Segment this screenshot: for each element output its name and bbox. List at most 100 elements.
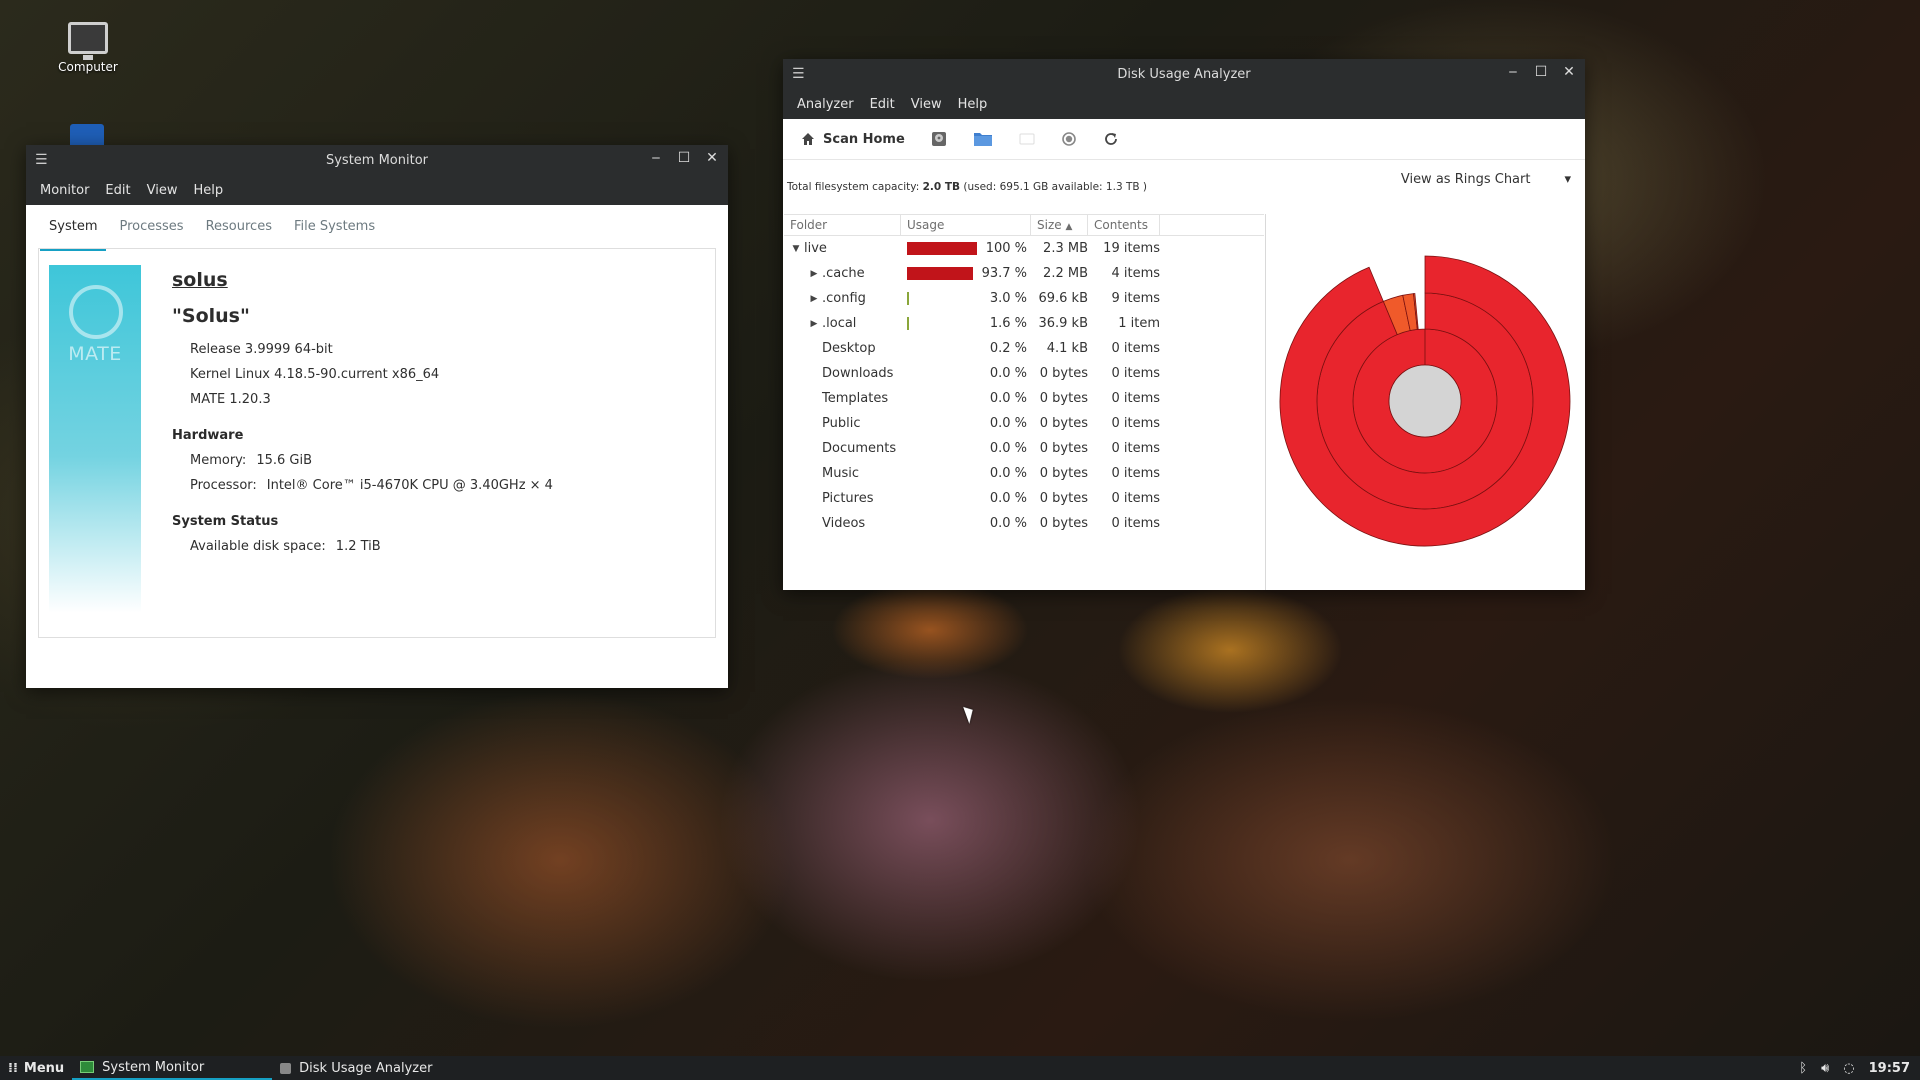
scan-device-button[interactable] [931, 131, 947, 147]
menu-view[interactable]: View [905, 97, 948, 112]
table-row[interactable]: Downloads 0.0 % 0 bytes 0 items [784, 361, 1264, 386]
close-icon[interactable]: ✕ [1559, 64, 1579, 80]
table-row[interactable]: Videos 0.0 % 0 bytes 0 items [784, 511, 1264, 536]
expander-closed-icon[interactable]: ▶ [806, 294, 822, 304]
size-cell: 0 bytes [1039, 416, 1088, 431]
window-title: Disk Usage Analyzer [1117, 66, 1251, 82]
table-row[interactable]: ▼ live 100 % 2.3 MB 19 items [784, 236, 1264, 261]
refresh-button[interactable] [1103, 131, 1119, 147]
capacity-total: 2.0 TB [922, 181, 961, 193]
folder-cell: Public [784, 416, 901, 431]
rings-chart[interactable] [1266, 214, 1585, 590]
scan-folder-button[interactable] [973, 131, 993, 147]
column-usage[interactable]: Usage [901, 215, 1031, 235]
close-icon[interactable]: ✕ [702, 150, 722, 166]
processor-value: Intel® Core™ i5-4670K CPU @ 3.40GHz × 4 [266, 478, 553, 493]
stop-button[interactable] [1061, 131, 1077, 147]
tab-resources[interactable]: Resources [197, 219, 281, 251]
maximize-icon[interactable]: ☐ [1531, 64, 1551, 80]
folder-name: Public [822, 416, 861, 431]
logo-text: MATE [68, 343, 122, 365]
disk-space-value: 1.2 TiB [335, 539, 381, 554]
folder-cell: Desktop [784, 341, 901, 356]
size-cell: 69.6 kB [1038, 291, 1088, 306]
bluetooth-icon[interactable]: ᛒ [1799, 1061, 1807, 1076]
table-row[interactable]: ▶ .config 3.0 % 69.6 kB 9 items [784, 286, 1264, 311]
contents-cell: 0 items [1111, 341, 1160, 356]
table-row[interactable]: ▶ .cache 93.7 % 2.2 MB 4 items [784, 261, 1264, 286]
contents-cell: 0 items [1111, 516, 1160, 531]
scan-home-label: Scan Home [823, 131, 905, 147]
table-row[interactable]: Desktop 0.2 % 4.1 kB 0 items [784, 336, 1264, 361]
menubar: Analyzer Edit View Help [783, 89, 1585, 119]
contents-cell: 9 items [1111, 291, 1160, 306]
menu-button[interactable]: ⁞⁞ Menu [0, 1061, 72, 1076]
titlebar[interactable]: ☰ Disk Usage Analyzer ‒ ☐ ✕ [783, 59, 1585, 89]
home-icon [802, 133, 814, 145]
chart-type-dropdown[interactable]: View as Rings Chart ▾ [1401, 172, 1571, 187]
table-row[interactable]: Public 0.0 % 0 bytes 0 items [784, 411, 1264, 436]
tab-processes[interactable]: Processes [110, 219, 192, 251]
folder-name: .config [822, 291, 866, 306]
table-row[interactable]: Templates 0.0 % 0 bytes 0 items [784, 386, 1264, 411]
computer-icon [68, 22, 108, 60]
desktop-icon-computer[interactable]: Computer [52, 22, 124, 74]
menu-view[interactable]: View [141, 183, 184, 198]
menu-monitor[interactable]: Monitor [34, 183, 95, 198]
network-icon[interactable]: ◌ [1843, 1061, 1854, 1076]
table-body: ▼ live 100 % 2.3 MB 19 items ▶ .cache 93.7 % 2.2… [784, 236, 1264, 536]
task-system-monitor[interactable]: System Monitor [72, 1056, 273, 1080]
distro-name: "Solus" [172, 305, 250, 327]
folder-cell: Downloads [784, 366, 901, 381]
expander-open-icon[interactable]: ▼ [788, 244, 804, 254]
task-disk-usage-analyzer[interactable]: Disk Usage Analyzer [272, 1056, 444, 1080]
capacity-detail: (used: 695.1 GB available: 1.3 TB ) [963, 181, 1148, 193]
window-title: System Monitor [325, 152, 429, 168]
size-cell: 2.3 MB [1043, 241, 1088, 256]
folder-icon[interactable] [70, 124, 104, 146]
tab-system[interactable]: System [40, 219, 107, 251]
table-row[interactable]: ▶ .local 1.6 % 36.9 kB 1 item [784, 311, 1264, 336]
harddisk-icon [931, 132, 946, 146]
table-row[interactable]: Music 0.0 % 0 bytes 0 items [784, 461, 1264, 486]
usage-cell: 1.6 % [901, 316, 1031, 331]
toolbar: Scan Home [783, 119, 1585, 160]
menu-edit[interactable]: Edit [864, 97, 901, 112]
menu-help[interactable]: Help [187, 183, 229, 198]
expander-closed-icon[interactable]: ▶ [806, 319, 822, 329]
contents-cell: 1 item [1118, 316, 1160, 331]
expander-closed-icon[interactable]: ▶ [806, 269, 822, 279]
contents-cell: 0 items [1111, 391, 1160, 406]
tab-file-systems[interactable]: File Systems [285, 219, 384, 251]
minimize-icon[interactable]: ‒ [1503, 64, 1523, 80]
minimize-icon[interactable]: ‒ [646, 150, 666, 166]
scan-home-button[interactable]: Scan Home [801, 132, 905, 147]
column-folder[interactable]: Folder [784, 215, 901, 235]
volume-icon[interactable]: 🔊︎ [1821, 1061, 1829, 1076]
table-row[interactable]: Documents 0.0 % 0 bytes 0 items [784, 436, 1264, 461]
ring-center[interactable] [1388, 364, 1462, 438]
clock[interactable]: 19:57 [1869, 1061, 1910, 1076]
maximize-icon[interactable]: ☐ [674, 150, 694, 166]
size-cell: 0 bytes [1039, 466, 1088, 481]
folder-cell: Documents [784, 441, 901, 456]
column-contents[interactable]: Contents [1088, 215, 1160, 235]
size-cell: 2.2 MB [1043, 266, 1088, 281]
folder-table: Folder Usage Size ▲ Contents ▼ live 100 % 2… [784, 214, 1264, 536]
usage-bar [907, 267, 973, 280]
folder-icon [973, 133, 992, 146]
mate-version: MATE 1.20.3 [190, 392, 271, 407]
size-cell: 0 bytes [1039, 441, 1088, 456]
contents-cell: 0 items [1111, 366, 1160, 381]
menu-help[interactable]: Help [952, 97, 994, 112]
table-row[interactable]: Pictures 0.0 % 0 bytes 0 items [784, 486, 1264, 511]
menu-analyzer[interactable]: Analyzer [791, 97, 860, 112]
folder-cell: Templates [784, 391, 901, 406]
mate-logo-icon [69, 285, 123, 339]
menu-edit[interactable]: Edit [99, 183, 136, 198]
column-size[interactable]: Size ▲ [1031, 215, 1088, 235]
menubar: Monitor Edit View Help [26, 175, 728, 205]
desktop-icon-label: Computer [58, 60, 118, 74]
usage-percent: 0.0 % [989, 416, 1027, 431]
titlebar[interactable]: ☰ System Monitor ‒ ☐ ✕ [26, 145, 728, 175]
